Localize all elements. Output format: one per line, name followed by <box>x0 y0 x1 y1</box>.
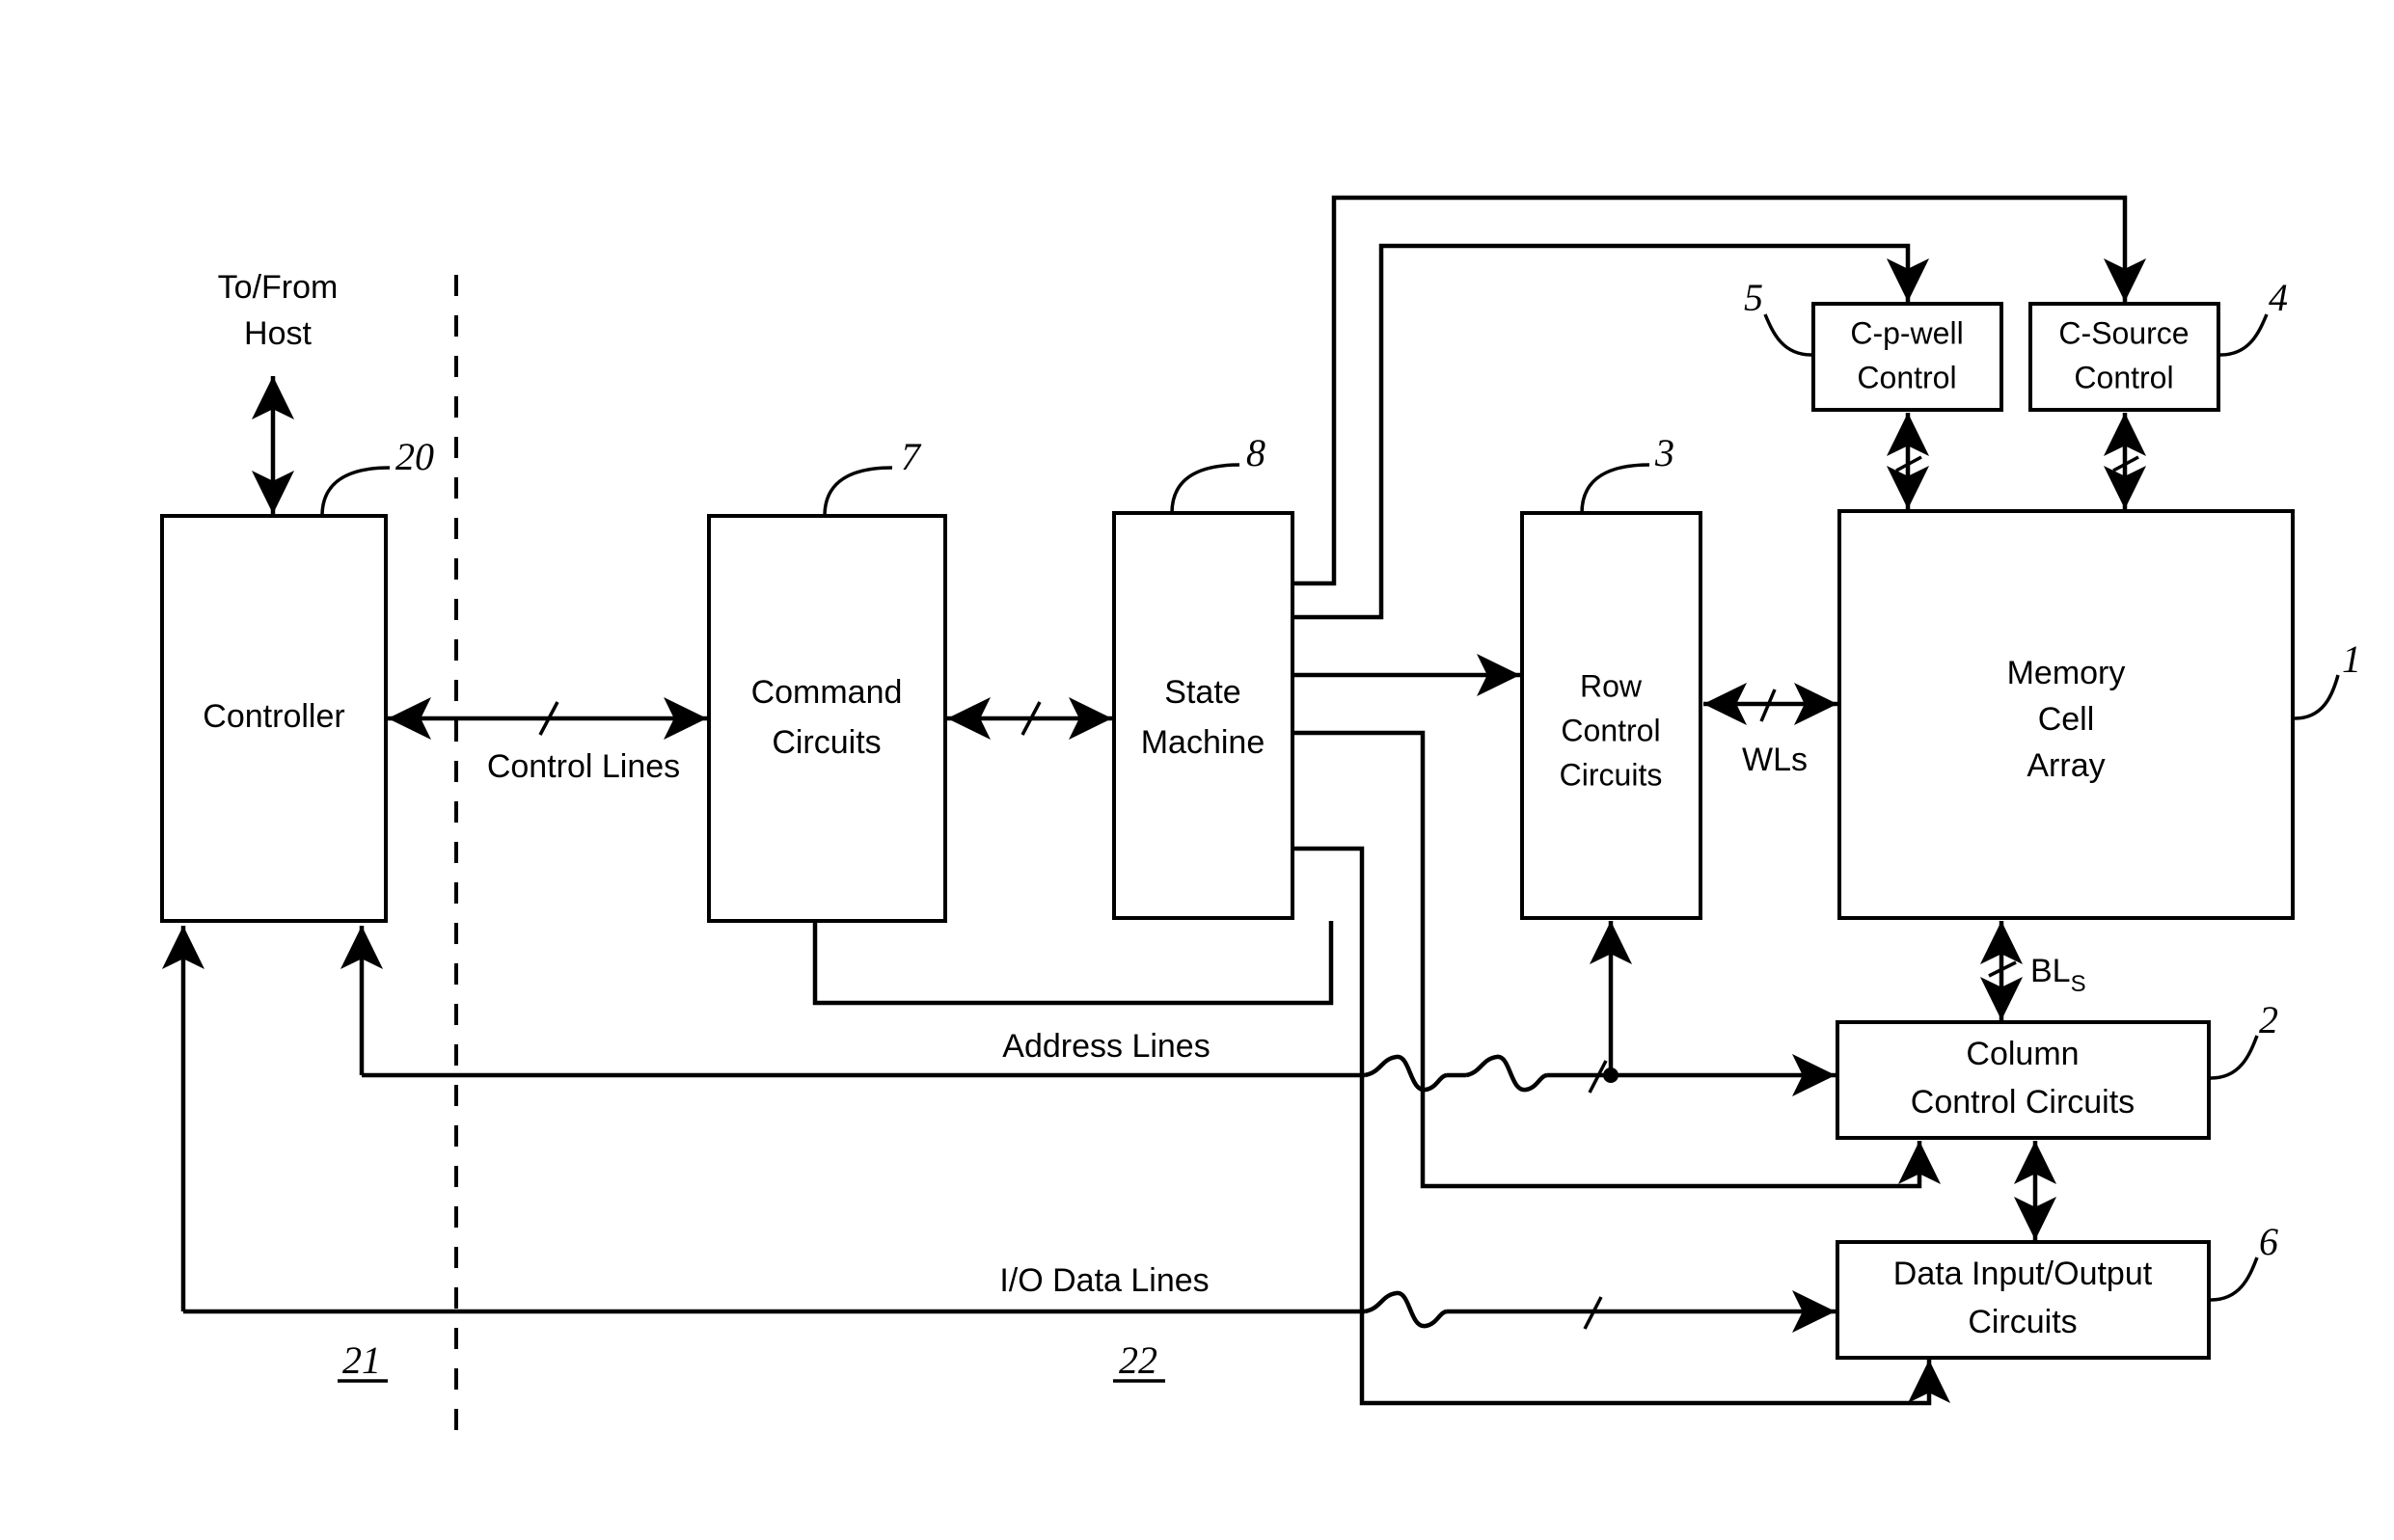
ref-numeral-row-control: 3 <box>1654 431 1674 474</box>
label-controller: Controller <box>203 698 344 735</box>
label-row-control-line3: Circuits <box>1560 757 1663 792</box>
wire-address-hop-2 <box>1465 1054 1548 1093</box>
label-cpwell-line2: Control <box>1857 360 1956 394</box>
label-csource-line1: C-Source <box>2058 315 2189 350</box>
leader-1 <box>2294 674 2340 720</box>
leader-5 <box>1763 313 1812 357</box>
ref-numeral-memory-array: 1 <box>2342 637 2361 681</box>
leader-7 <box>823 466 893 517</box>
label-to-from-host-line2: Host <box>244 315 312 352</box>
leader-20 <box>320 466 391 517</box>
block-diagram-svg: Controller Command Circuits State Machin… <box>160 195 2361 1442</box>
ref-numeral-bus-21: 21 <box>342 1338 381 1382</box>
label-command-circuits-line1: Command <box>751 674 903 711</box>
leader-4 <box>2219 313 2269 357</box>
label-address-lines: Address Lines <box>1002 1028 1210 1065</box>
junction-dot-address-row <box>1603 1067 1619 1083</box>
label-to-from-host-line1: To/From <box>218 269 339 306</box>
label-cpwell-line1: C-p-well <box>1850 315 1963 350</box>
label-wls: WLs <box>1742 742 1808 778</box>
ref-numeral-cpwell: 5 <box>1744 276 1763 319</box>
label-csource-line2: Control <box>2074 360 2173 394</box>
ref-numeral-bus-22: 22 <box>1119 1338 1157 1382</box>
label-memory-array-line3: Array <box>2027 747 2105 784</box>
ref-numeral-state-machine: 8 <box>1246 431 1265 474</box>
ref-numeral-column-control: 2 <box>2259 998 2278 1041</box>
label-data-io-line1: Data Input/Output <box>1893 1256 2153 1292</box>
label-row-control-line2: Control <box>1561 713 1660 747</box>
label-memory-array-line2: Cell <box>2038 701 2095 738</box>
ref-numeral-data-io: 6 <box>2259 1220 2278 1263</box>
label-bls-main: BL <box>2030 953 2071 989</box>
wire-address-hop-1 <box>1364 1054 1448 1093</box>
leader-8 <box>1170 463 1240 514</box>
label-memory-array-line1: Memory <box>2007 655 2126 691</box>
label-state-machine-line1: State <box>1164 674 1240 711</box>
label-bls: BLS <box>2030 953 2086 997</box>
wire-command-feedback <box>812 921 1334 1006</box>
label-column-control-line2: Control Circuits <box>1911 1084 2135 1121</box>
ref-numeral-controller: 20 <box>395 435 434 478</box>
label-command-circuits-line2: Circuits <box>772 724 881 761</box>
label-bls-subscript: S <box>2071 971 2086 997</box>
label-column-control-line1: Column <box>1966 1036 2079 1072</box>
label-data-io-line2: Circuits <box>1968 1304 2077 1340</box>
label-row-control-line1: Row <box>1580 668 1643 703</box>
patent-figure-canvas: Controller Command Circuits State Machin… <box>0 0 2394 1540</box>
wire-io-hop <box>1364 1290 1448 1329</box>
label-io-data-lines: I/O Data Lines <box>999 1262 1209 1299</box>
block-command-circuits[interactable] <box>707 514 947 923</box>
block-state-machine[interactable] <box>1112 511 1294 920</box>
leader-3 <box>1580 463 1650 514</box>
leader-2 <box>2210 1035 2259 1080</box>
label-state-machine-line2: Machine <box>1141 724 1265 761</box>
label-control-lines: Control Lines <box>487 748 680 785</box>
ref-numeral-csource: 4 <box>2269 276 2288 319</box>
ref-numeral-command-circuits: 7 <box>901 435 922 478</box>
leader-6 <box>2210 1256 2259 1302</box>
